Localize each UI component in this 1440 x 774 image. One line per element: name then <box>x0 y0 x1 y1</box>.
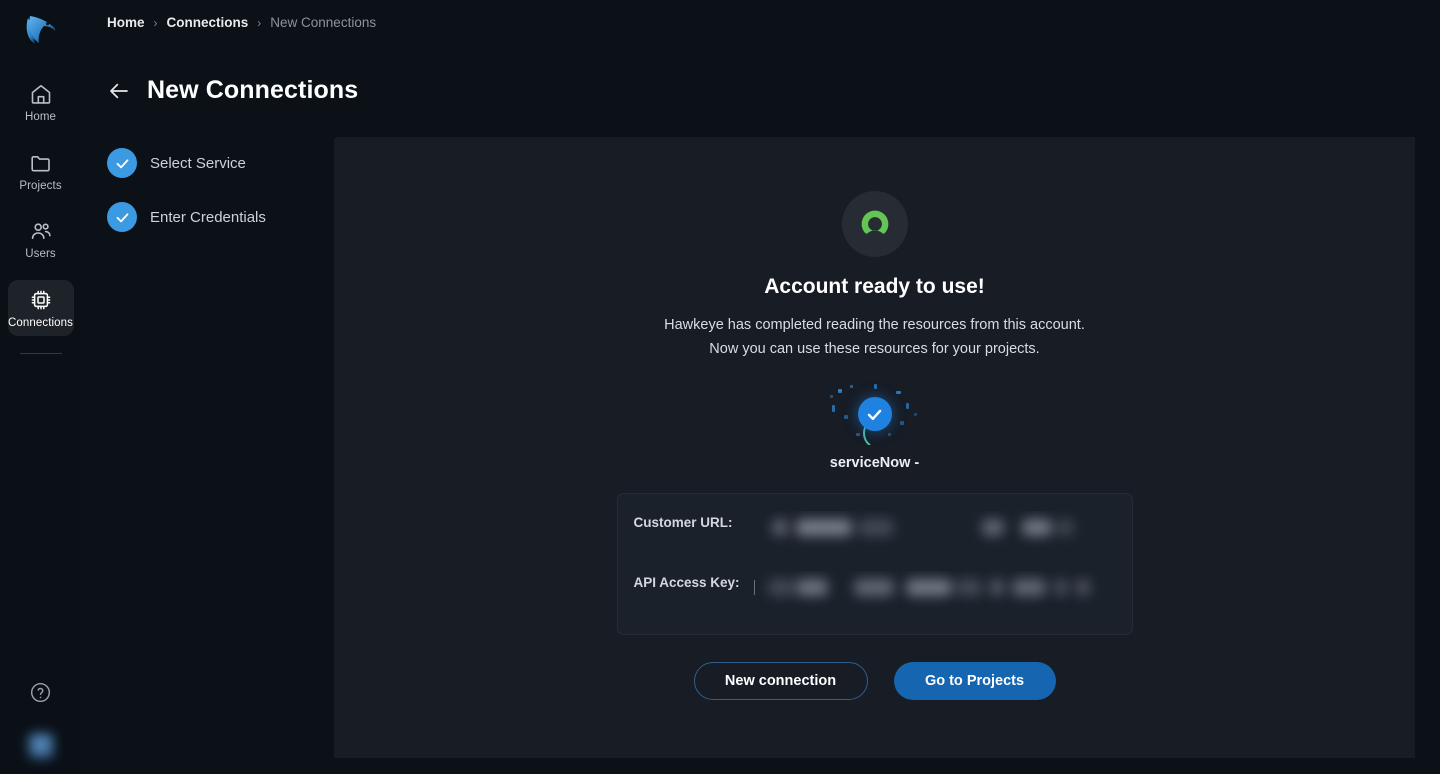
back-arrow-icon[interactable] <box>107 79 131 103</box>
hawkeye-logo[interactable] <box>17 8 65 52</box>
sidebar-item-label: Users <box>25 248 56 260</box>
breadcrumb-item-current: New Connections <box>270 15 377 30</box>
credentials-card: Customer URL: API Access Key: <box>616 493 1133 635</box>
users-icon <box>31 223 51 239</box>
check-icon <box>116 158 128 168</box>
hawkeye-logo-icon <box>26 16 55 44</box>
sidebar-item-label: Projects <box>19 179 62 192</box>
check-bubble-icon <box>857 397 892 431</box>
check-icon <box>116 212 128 222</box>
chevron-right-icon: › <box>257 15 262 30</box>
chevron-right-icon: › <box>153 15 158 30</box>
breadcrumb: Home › Connections › New Connections <box>107 16 376 30</box>
help-icon[interactable] <box>29 681 52 704</box>
breadcrumb-item-home[interactable]: Home <box>107 16 145 30</box>
servicenow-logo-icon <box>861 210 888 234</box>
page-header: New Connections <box>107 76 358 105</box>
credential-label: API Access Key: <box>633 575 740 590</box>
step-enter-credentials[interactable]: Enter Credentials <box>107 202 266 232</box>
step-label: Select Service <box>150 154 246 172</box>
text-caret <box>753 580 755 595</box>
sidebar: Home Projects Users Connections <box>0 0 81 774</box>
service-name: serviceNow - <box>829 455 920 471</box>
credential-label: Customer URL: <box>633 515 733 530</box>
sidebar-nav: Home Projects Users Connections <box>0 74 81 354</box>
step-complete-icon <box>107 202 137 232</box>
sidebar-item-users[interactable]: Users <box>8 211 74 268</box>
breadcrumb-item-connections[interactable]: Connections <box>167 16 249 30</box>
avatar[interactable] <box>26 732 55 760</box>
app-root: Home Projects Users Connections Home › C… <box>0 0 1440 774</box>
go-to-projects-button[interactable]: Go to Projects <box>893 662 1056 700</box>
page-title: New Connections <box>147 76 359 104</box>
sidebar-item-connections[interactable]: Connections <box>7 279 74 336</box>
ready-subtitle: Hawkeye has completed reading the resour… <box>664 313 1085 361</box>
sidebar-item-projects[interactable]: Projects <box>8 143 74 200</box>
ready-subtitle-line2: Now you can use these resources for your… <box>709 341 1040 357</box>
sidebar-divider <box>19 353 62 354</box>
steps-list: Select Service Enter Credentials <box>107 148 266 256</box>
credential-value-redacted[interactable] <box>753 571 1115 617</box>
sidebar-item-home[interactable]: Home <box>8 74 74 131</box>
step-select-service[interactable]: Select Service <box>107 148 266 178</box>
content-panel: Account ready to use! Hawkeye has comple… <box>334 137 1415 758</box>
step-complete-icon <box>107 148 137 178</box>
new-connection-button[interactable]: New connection <box>693 662 868 700</box>
step-label: Enter Credentials <box>150 208 266 226</box>
chip-icon <box>31 290 50 309</box>
sidebar-footer <box>0 681 81 774</box>
credential-row-api-access-key: API Access Key: <box>634 571 1115 617</box>
ready-title: Account ready to use! <box>764 275 985 298</box>
home-icon <box>31 85 50 104</box>
folder-icon <box>30 155 50 171</box>
check-icon <box>867 409 882 420</box>
main-area: Home › Connections › New Connections New… <box>81 0 1440 774</box>
service-logo-badge <box>841 191 908 257</box>
sidebar-item-label: Home <box>24 111 57 123</box>
credential-row-customer-url: Customer URL: <box>634 511 1115 557</box>
success-check-icon <box>829 383 920 445</box>
success-content: Account ready to use! Hawkeye has comple… <box>334 191 1415 700</box>
ready-subtitle-line1: Hawkeye has completed reading the resour… <box>664 317 1085 333</box>
action-buttons: New connection Go to Projects <box>693 662 1056 700</box>
sidebar-item-label: Connections <box>7 316 74 329</box>
credential-value-redacted[interactable] <box>754 511 1115 557</box>
